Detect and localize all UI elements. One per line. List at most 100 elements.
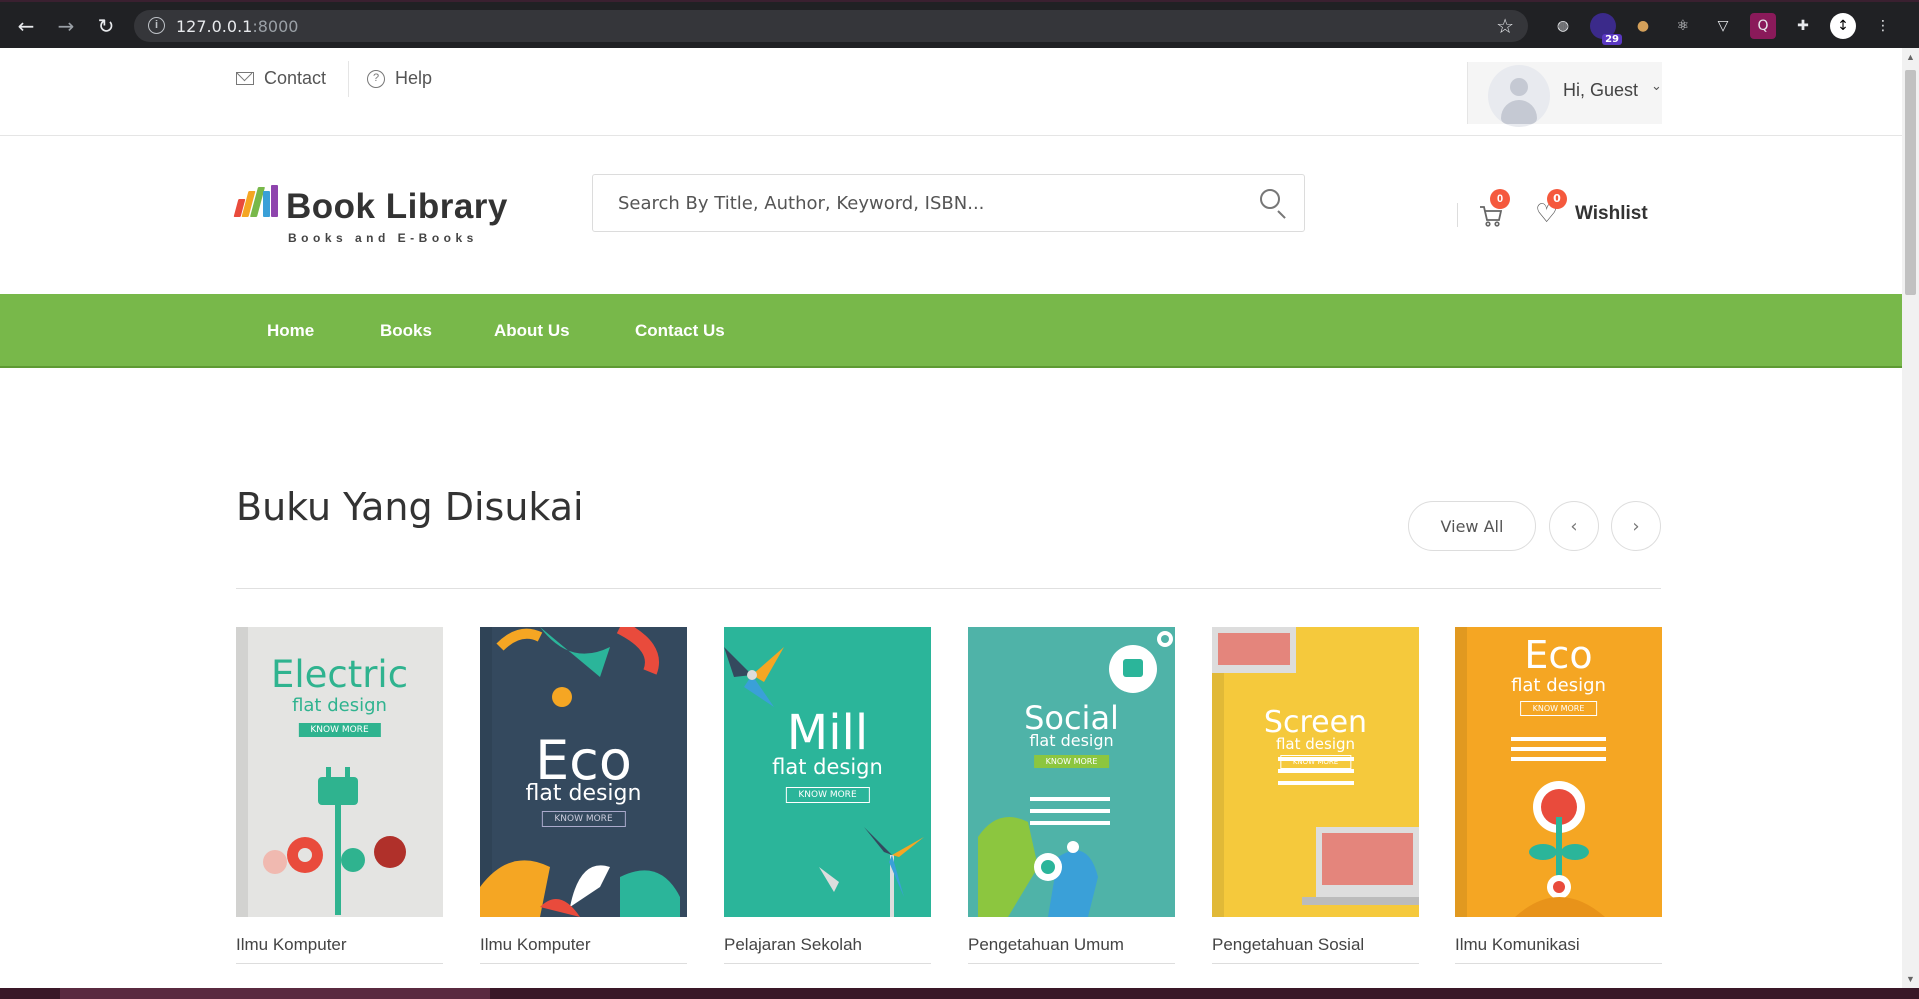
header-divider [1457, 203, 1458, 227]
forward-icon[interactable]: → [52, 12, 80, 40]
book-cover[interactable]: Eco flat design KNOW MORE [1455, 627, 1662, 917]
book-category[interactable]: Pengetahuan Umum [968, 935, 1124, 955]
book-divider [724, 963, 931, 964]
book-category[interactable]: Ilmu Komunikasi [1455, 935, 1580, 955]
wishlist-label: Wishlist [1575, 203, 1648, 224]
page-scrollbar[interactable]: ▲ ▼ [1902, 48, 1919, 988]
book-divider [480, 963, 687, 964]
wishlist-count-badge: 0 [1547, 189, 1567, 209]
mail-icon [236, 72, 254, 85]
scroll-down-icon[interactable]: ▼ [1906, 974, 1915, 984]
book-divider [1455, 963, 1662, 964]
book-card[interactable]: Social flat design KNOW MORE Pengetahuan… [968, 627, 1175, 964]
scroll-up-icon[interactable]: ▲ [1906, 52, 1915, 62]
view-all-button[interactable]: View All [1408, 501, 1536, 551]
cover-subtitle: flat design [1275, 735, 1356, 753]
back-icon[interactable]: ← [12, 12, 40, 40]
book-category[interactable]: Pengetahuan Sosial [1212, 935, 1364, 955]
cart-count-badge: 0 [1490, 189, 1510, 209]
extension-icon[interactable]: 29 [1590, 13, 1622, 45]
nav-about-us[interactable]: About Us [494, 321, 570, 341]
scroll-thumb[interactable] [1905, 70, 1916, 295]
cover-button: KNOW MORE [785, 787, 870, 803]
cover-subtitle: flat design [525, 781, 642, 806]
book-divider [1212, 963, 1419, 964]
contact-label: Contact [264, 68, 327, 88]
cover-title: Eco [1524, 633, 1593, 677]
os-taskbar [0, 988, 1919, 999]
nav-books[interactable]: Books [380, 321, 432, 341]
cover-button: KNOW MORE [1279, 755, 1352, 769]
book-card[interactable]: Screen flat design KNOW MORE Pengetahuan… [1212, 627, 1419, 964]
book-cover[interactable]: Electric flat design KNOW MORE [236, 627, 443, 917]
cover-title: Electric [270, 653, 409, 696]
user-menu[interactable]: Hi, Guest ⌄ [1467, 62, 1662, 127]
top-bar: Contact ? Help Hi, Guest ⌄ [0, 48, 1902, 136]
wishlist-button[interactable]: ♡ 0 Wishlist [1535, 189, 1648, 229]
site-header: Book Library Books and E-Books 0 ♡ 0 Wis… [0, 137, 1902, 294]
book-card[interactable]: Eco flat design KNOW MORE Ilmu Komputer [480, 627, 687, 964]
cart-button[interactable]: 0 [1478, 189, 1510, 233]
logo-bars-icon [233, 185, 278, 217]
social-illustration [978, 631, 1173, 917]
book-card[interactable]: Eco flat design KNOW MORE Ilmu Komunikas… [1455, 627, 1662, 964]
nav-home[interactable]: Home [267, 321, 314, 341]
help-icon: ? [367, 69, 385, 88]
search-icon[interactable] [1260, 189, 1288, 219]
help-link[interactable]: ? Help [367, 68, 432, 89]
book-card[interactable]: Mill flat design KNOW MORE Pelajaran Sek… [724, 627, 931, 964]
book-card[interactable]: Electric flat design KNOW MORE Ilmu Komp… [236, 627, 443, 964]
puzzle-icon[interactable]: ✚ [1790, 13, 1816, 39]
extensions-area: ◍ 29 ● ⚛ ▽ Q ✚ ↕ ⋮ [1550, 13, 1896, 45]
top-divider [348, 61, 349, 97]
download-icon[interactable]: ↕ [1830, 13, 1856, 39]
vue-icon[interactable]: ▽ [1710, 13, 1736, 39]
book-cover[interactable]: Social flat design KNOW MORE [968, 627, 1175, 917]
screen-illustration [1212, 627, 1419, 905]
cover-subtitle: flat design [1511, 675, 1606, 696]
book-divider [236, 963, 443, 964]
search-input[interactable] [593, 175, 1233, 231]
cookie-icon[interactable]: ● [1630, 13, 1656, 39]
nav-contact-us[interactable]: Contact Us [635, 321, 725, 341]
plug-gears-illustration [263, 767, 406, 915]
book-cover[interactable]: Mill flat design KNOW MORE [724, 627, 931, 917]
book-cover[interactable]: Screen flat design KNOW MORE [1212, 627, 1419, 917]
book-category[interactable]: Ilmu Komputer [480, 935, 591, 955]
browser-toolbar: ← → ↻ i 127.0.0.1:8000 ☆ ◍ 29 ● ⚛ ▽ Q ✚ … [0, 0, 1919, 48]
avatar [1488, 65, 1550, 127]
menu-kebab-icon[interactable]: ⋮ [1870, 13, 1896, 39]
react-icon[interactable]: ⚛ [1670, 13, 1696, 39]
cover-subtitle: flat design [292, 695, 387, 716]
prev-arrow-button[interactable]: ‹ [1549, 501, 1599, 551]
book-divider [968, 963, 1175, 964]
cover-subtitle: flat design [772, 755, 883, 779]
cover-button: KNOW MORE [541, 811, 626, 827]
chevron-down-icon: ⌄ [1651, 78, 1662, 93]
book-category[interactable]: Pelajaran Sekolah [724, 935, 862, 955]
book-cover[interactable]: Eco flat design KNOW MORE [480, 627, 687, 917]
logo-subtitle: Books and E-Books [288, 231, 478, 245]
book-category[interactable]: Ilmu Komputer [236, 935, 347, 955]
contact-link[interactable]: Contact [236, 68, 326, 89]
logo-title: Book Library [286, 187, 508, 226]
globe-icon[interactable]: ◍ [1550, 13, 1576, 39]
chevron-right-icon: › [1632, 515, 1640, 537]
cover-button: KNOW MORE [298, 723, 381, 737]
reload-icon[interactable]: ↻ [92, 12, 120, 40]
help-label: Help [395, 68, 433, 88]
heart-icon: ♡ 0 [1535, 189, 1567, 229]
cover-subtitle: flat design [1029, 731, 1114, 750]
chevron-left-icon: ‹ [1570, 515, 1578, 537]
section-title: Buku Yang Disukai [236, 485, 584, 529]
next-arrow-button[interactable]: › [1611, 501, 1661, 551]
cover-title: Mill [786, 705, 869, 761]
cover-button: KNOW MORE [1033, 755, 1110, 768]
url-text[interactable]: 127.0.0.1:8000 [176, 17, 298, 36]
qa-extension-icon[interactable]: Q [1750, 13, 1776, 39]
user-greeting: Hi, Guest [1563, 80, 1639, 100]
bookmark-star-icon[interactable]: ☆ [1496, 14, 1514, 39]
cover-button: KNOW MORE [1519, 701, 1598, 716]
site-info-icon[interactable]: i [148, 17, 165, 34]
address-bar[interactable]: i 127.0.0.1:8000 ☆ [134, 10, 1528, 42]
